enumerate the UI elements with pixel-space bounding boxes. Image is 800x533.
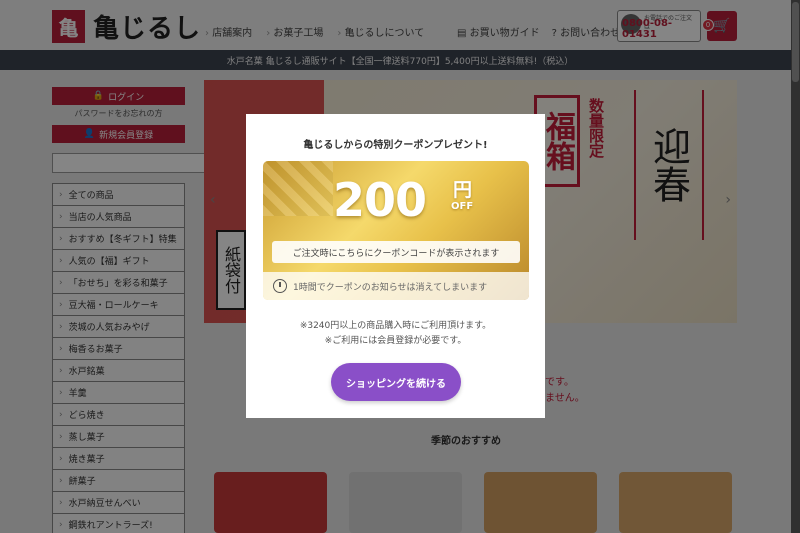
coupon-yen: 円 (453, 179, 473, 201)
coupon-timer-strip: 1時間でクーポンのお知らせは消えてしまいます (263, 272, 529, 300)
coupon-code-strip: ご注文時にこちらにクーポンコードが表示されます (272, 241, 520, 263)
modal-title: 亀じるしからの特別クーポンプレゼント! (303, 140, 488, 151)
coupon-pattern (263, 161, 333, 216)
timer-text: 1時間でクーポンのお知らせは消えてしまいます (293, 282, 488, 293)
coupon-card: 200 円 OFF ご注文時にこちらにクーポンコードが表示されます 1時間でクー… (263, 161, 529, 300)
coupon-amount: 200 (333, 173, 427, 227)
coupon-note-membership: ※ご利用には会員登録が必要です。 (324, 336, 467, 346)
coupon-note-minimum: ※3240円以上の商品購入時にご利用頂けます。 (299, 321, 492, 331)
coupon-modal: 亀じるしからの特別クーポンプレゼント! 200 円 OFF ご注文時にこちらにク… (246, 114, 545, 418)
coupon-off: OFF (451, 201, 474, 212)
continue-shopping-button[interactable]: ショッピングを続ける (331, 363, 461, 401)
timer-icon (273, 279, 287, 293)
